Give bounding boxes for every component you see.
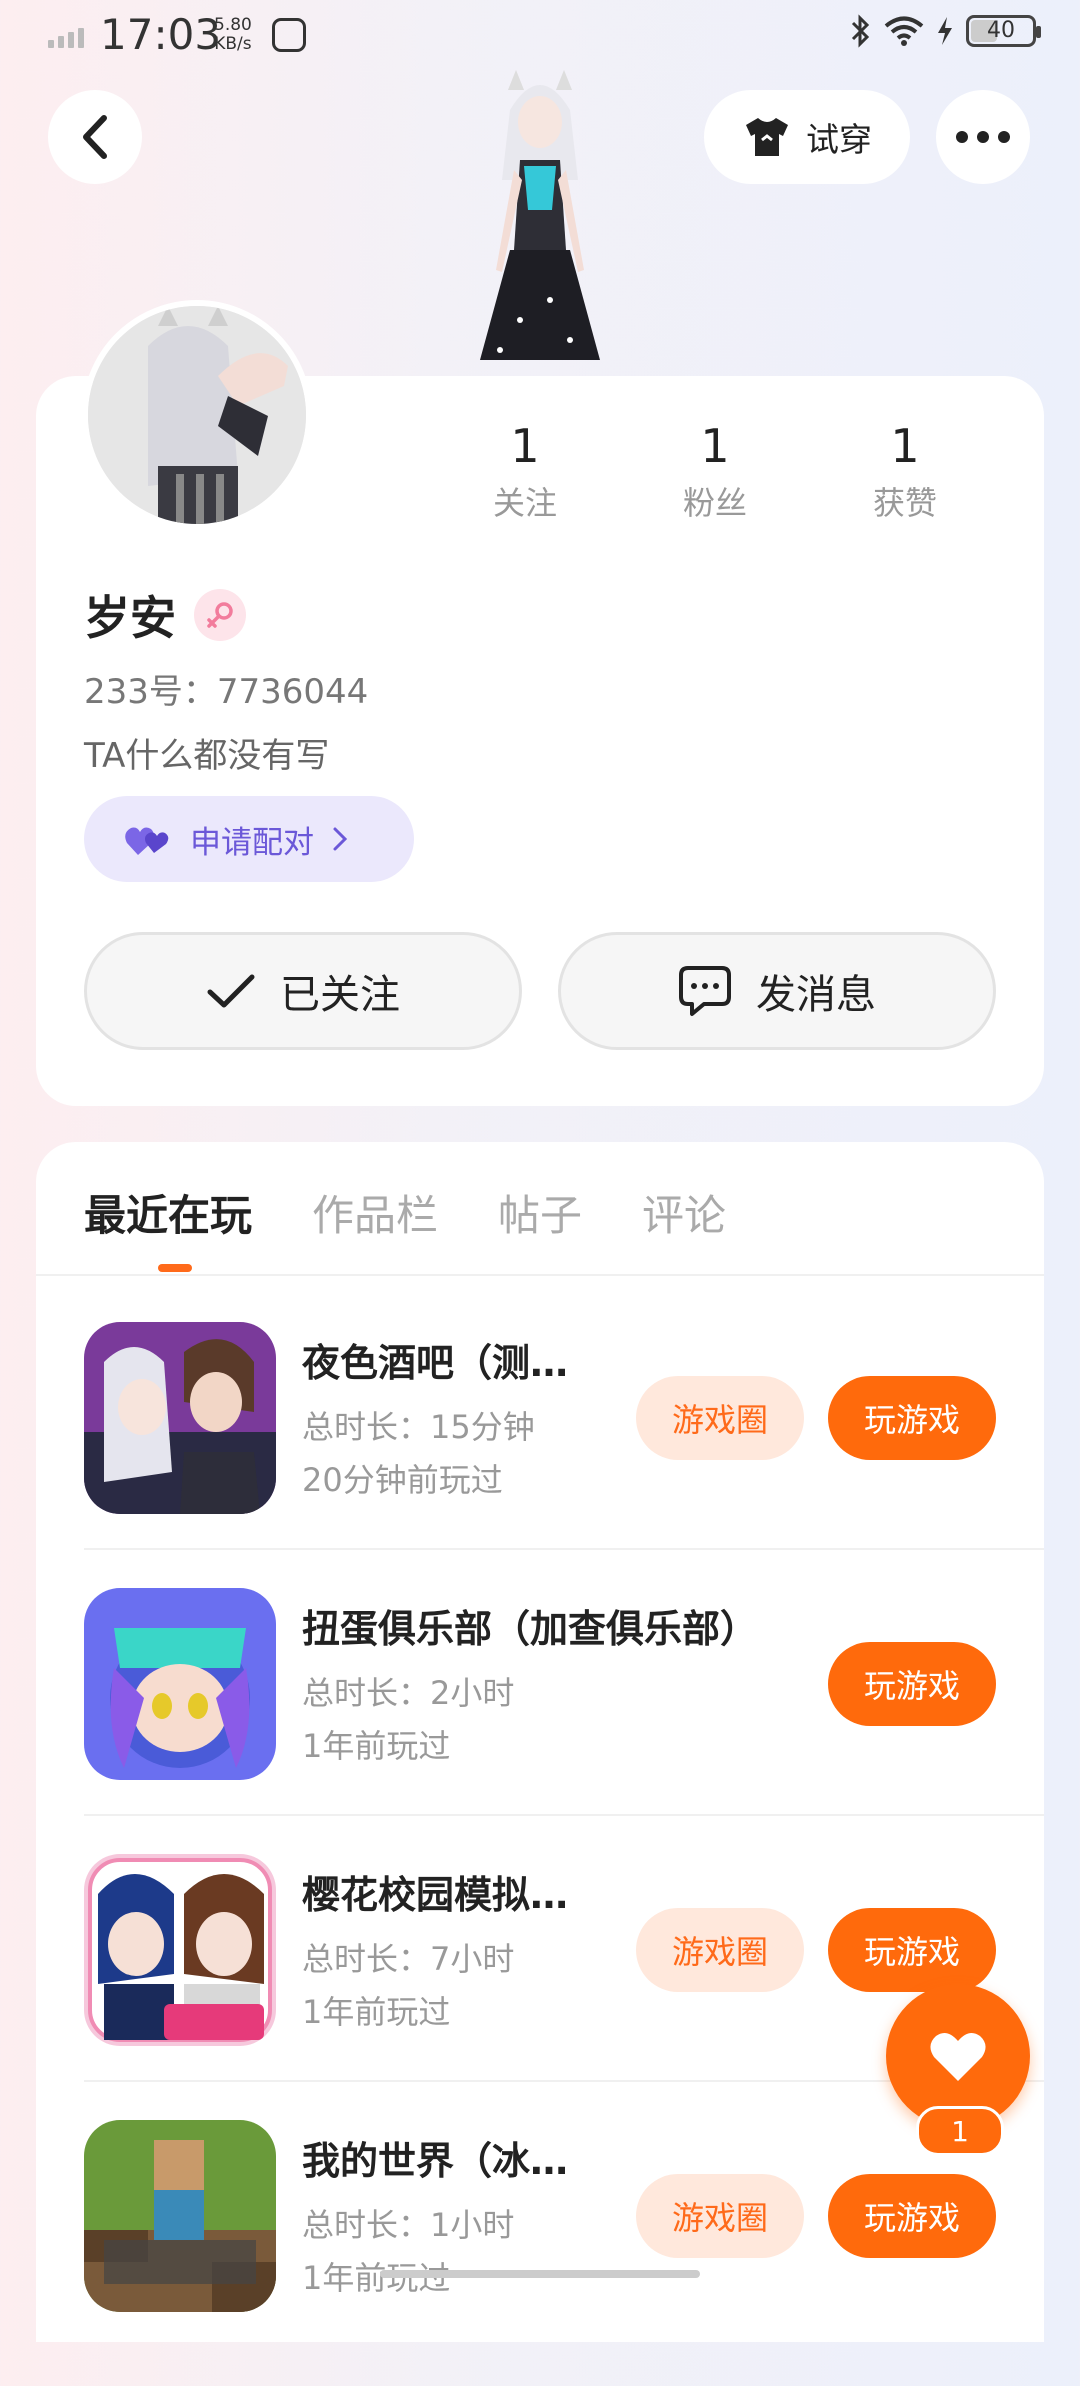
status-time: 17:03 (100, 10, 222, 59)
name-row: 岁安 (84, 582, 246, 648)
hearts-icon (125, 827, 169, 855)
chevron-right-icon (333, 827, 348, 851)
home-indicator[interactable] (380, 2270, 700, 2278)
play-game-button[interactable]: 玩游戏 (828, 2174, 996, 2258)
game-duration: 总时长：2小时 (302, 1674, 515, 1712)
stat-fans[interactable]: 1 粉丝 (620, 416, 810, 524)
game-title: 扭蛋俱乐部（加查俱乐部） (302, 1607, 759, 1651)
charging-icon (938, 17, 952, 45)
stat-following-count: 1 (510, 419, 540, 473)
game-circle-button[interactable]: 游戏圈 (636, 1908, 804, 1992)
list-item[interactable]: 我的世界（冰… 总时长：1小时 1年前玩过 游戏圈 玩游戏 (84, 2120, 1044, 2386)
game-last-played: 20分钟前玩过 (302, 1461, 503, 1499)
stat-following-label: 关注 (492, 484, 557, 522)
user-id: 233号：7736044 (84, 672, 369, 712)
game-title: 樱花校园模拟… (302, 1873, 569, 1917)
game-duration: 总时长：1小时 (302, 2206, 515, 2244)
stat-fans-count: 1 (700, 419, 730, 473)
more-button[interactable] (936, 90, 1030, 184)
game-last-played: 1年前玩过 (302, 1993, 451, 2031)
divider (36, 1274, 1044, 1276)
user-name: 岁安 (84, 591, 176, 645)
heart-icon (930, 2032, 986, 2081)
avatar[interactable] (82, 300, 312, 530)
try-on-label: 试穿 (806, 120, 872, 159)
divider (84, 1814, 1044, 1816)
status-bar: 17:03 5.80 KB/s 40 (0, 0, 1080, 72)
battery-level: 40 (987, 18, 1015, 43)
bluetooth-icon (851, 14, 870, 48)
game-title: 夜色酒吧（测… (302, 1341, 569, 1385)
game-title: 我的世界（冰… (302, 2139, 569, 2183)
follow-label: 已关注 (280, 972, 400, 1018)
network-speed: 5.80 KB/s (214, 16, 252, 54)
divider (84, 1548, 1044, 1550)
match-request-button[interactable]: 申请配对 (84, 796, 414, 882)
active-tab-indicator (158, 1264, 192, 1272)
stat-likes[interactable]: 1 获赞 (810, 416, 1000, 524)
stat-fans-label: 粉丝 (682, 484, 747, 522)
tab-recent-play[interactable]: 最近在玩 (84, 1182, 252, 1243)
tab-posts[interactable]: 帖子 (498, 1182, 582, 1243)
avatar-image (88, 306, 306, 524)
stat-following[interactable]: 1 关注 (430, 416, 620, 524)
battery-icon: 40 (966, 15, 1041, 47)
game-duration: 总时长：15分钟 (302, 1408, 535, 1446)
tshirt-icon (746, 118, 788, 156)
wifi-icon (884, 16, 924, 46)
game-circle-button[interactable]: 游戏圈 (636, 2174, 804, 2258)
match-request-label: 申请配对 (190, 824, 314, 861)
play-game-button[interactable]: 玩游戏 (828, 1642, 996, 1726)
game-icon (84, 2120, 276, 2312)
try-on-button[interactable]: 试穿 (704, 90, 910, 184)
play-game-button[interactable]: 玩游戏 (828, 1376, 996, 1460)
profile-stats: 1 关注 1 粉丝 1 获赞 (430, 416, 1000, 524)
female-icon (194, 589, 246, 641)
tab-works[interactable]: 作品栏 (312, 1182, 438, 1243)
game-duration: 总时长：7小时 (302, 1940, 515, 1978)
follow-button[interactable]: 已关注 (84, 932, 522, 1050)
network-speed-unit: KB/s (214, 34, 252, 54)
play-game-button[interactable]: 玩游戏 (828, 1908, 996, 1992)
stat-likes-label: 获赞 (872, 484, 937, 522)
message-label: 发消息 (756, 972, 876, 1018)
tab-comments[interactable]: 评论 (642, 1182, 726, 1243)
chat-icon (679, 966, 731, 1016)
check-icon (207, 974, 255, 1008)
back-button[interactable] (48, 90, 142, 184)
user-bio: TA什么都没有写 (84, 736, 330, 776)
game-icon (84, 1854, 276, 2046)
notification-icon (272, 18, 306, 52)
like-count-badge: 1 (916, 2106, 1004, 2156)
game-icon (84, 1588, 276, 1780)
avatar-3d-figure[interactable] (440, 70, 640, 375)
stat-likes-count: 1 (890, 419, 920, 473)
game-icon (84, 1322, 276, 1514)
list-item[interactable]: 扭蛋俱乐部（加查俱乐部） 总时长：2小时 1年前玩过 玩游戏 (84, 1588, 1044, 1854)
network-speed-value: 5.80 (214, 15, 252, 35)
list-item[interactable]: 夜色酒吧（测… 总时长：15分钟 20分钟前玩过 游戏圈 玩游戏 (84, 1322, 1044, 1588)
signal-icon (48, 28, 84, 48)
chevron-left-icon (83, 115, 107, 159)
profile-tabs: 最近在玩 作品栏 帖子 评论 (84, 1182, 726, 1243)
more-dots-icon (956, 131, 1010, 143)
game-circle-button[interactable]: 游戏圈 (636, 1376, 804, 1460)
game-last-played: 1年前玩过 (302, 1727, 451, 1765)
message-button[interactable]: 发消息 (558, 932, 996, 1050)
